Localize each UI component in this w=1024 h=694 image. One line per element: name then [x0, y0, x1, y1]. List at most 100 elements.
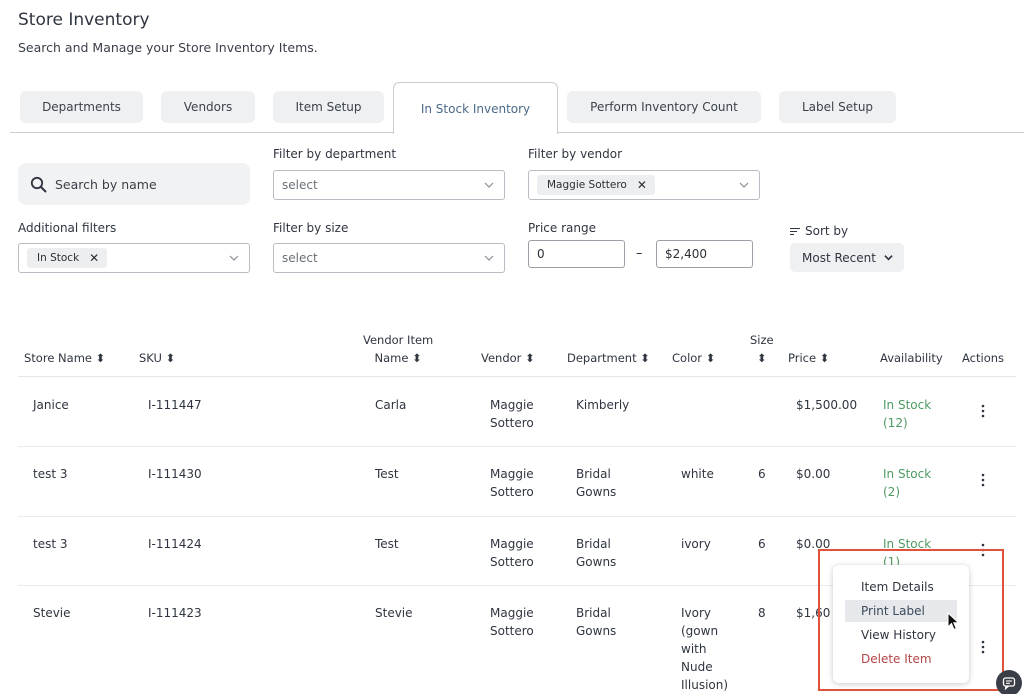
sort-arrows-icon: ⬍ — [640, 351, 650, 365]
sort-icon — [790, 227, 800, 235]
cell-vendor-line: Sottero — [490, 416, 534, 430]
tab-vendors[interactable]: Vendors — [161, 91, 255, 123]
cell-vendor-line: Maggie — [490, 537, 534, 551]
cell-item-name: Stevie — [375, 606, 413, 620]
price-min-input[interactable] — [528, 240, 625, 268]
vendor-select[interactable]: Maggie Sottero ✕ — [528, 170, 760, 200]
col-header-vendor-item-name[interactable]: Vendor Item Name ⬍ — [363, 331, 433, 367]
page-title: Store Inventory — [18, 10, 150, 30]
cell-store-name: Stevie — [33, 606, 71, 620]
col-header-availability: Availability — [880, 351, 943, 365]
cell-store-name: test 3 — [33, 467, 68, 481]
cell-department: Kimberly — [576, 396, 629, 414]
sort-dropdown[interactable]: Most Recent — [790, 243, 904, 272]
additional-filters-label: Additional filters — [18, 221, 117, 235]
tab-label-setup[interactable]: Label Setup — [779, 91, 896, 123]
search-icon — [30, 176, 47, 192]
price-range-label: Price range — [528, 221, 596, 235]
col-header-store-name[interactable]: Store Name ⬍ — [24, 349, 105, 367]
col-header-label: Department — [567, 351, 637, 365]
kebab-menu-icon[interactable] — [981, 543, 985, 557]
chat-icon — [1002, 677, 1016, 690]
cell-price: $0.00 — [796, 467, 831, 481]
col-header-label: Name — [374, 351, 409, 365]
col-header-department[interactable]: Department ⬍ — [567, 349, 650, 367]
cell-department-line: Kimberly — [576, 398, 630, 412]
tab-perform-inventory-count[interactable]: Perform Inventory Count — [567, 91, 761, 123]
cell-item-name: Carla — [375, 398, 407, 412]
cell-color-line: (gown — [681, 624, 719, 638]
col-header-label: Vendor — [481, 351, 522, 365]
sort-by-label: Sort by — [790, 224, 848, 238]
cell-vendor: Maggie Sottero — [490, 604, 534, 640]
additional-filters-select[interactable]: In Stock ✕ — [18, 243, 250, 273]
cell-size: 6 — [758, 537, 766, 551]
cell-color: Ivory (gown with Nude Illusion) — [681, 604, 728, 694]
col-header-label: Vendor Item — [363, 333, 434, 347]
cell-color-line: with — [681, 642, 707, 656]
cell-vendor-line: Sottero — [490, 485, 534, 499]
cell-color: white — [681, 467, 714, 481]
menu-item-view-history[interactable]: View History — [845, 624, 957, 646]
col-header-vendor[interactable]: Vendor ⬍ — [481, 349, 535, 367]
col-header-price[interactable]: Price ⬍ — [788, 349, 829, 367]
page-subtitle: Search and Manage your Store Inventory I… — [18, 40, 318, 55]
search-input[interactable] — [55, 176, 235, 192]
price-max-input[interactable] — [656, 240, 753, 268]
cell-sku: I-111423 — [148, 606, 202, 620]
chevron-down-icon — [484, 182, 494, 188]
sort-arrows-icon: ⬍ — [412, 351, 422, 365]
close-icon[interactable]: ✕ — [637, 178, 647, 192]
tab-departments[interactable]: Departments — [20, 91, 143, 123]
col-header-label: Store Name — [24, 351, 92, 365]
availability-status: In Stock — [883, 467, 932, 481]
mouse-cursor-icon — [947, 612, 960, 631]
size-filter-label: Filter by size — [273, 221, 349, 235]
menu-item-delete-item[interactable]: Delete Item — [845, 648, 957, 670]
cell-availability: In Stock (12) — [883, 396, 931, 432]
price-range-separator: – — [636, 246, 643, 261]
chevron-down-icon — [739, 182, 749, 188]
col-header-label: SKU — [139, 351, 162, 365]
kebab-menu-icon[interactable] — [981, 404, 985, 418]
col-header-color[interactable]: Color ⬍ — [672, 349, 715, 367]
cell-vendor-line: Sottero — [490, 624, 534, 638]
cell-department: Bridal Gowns — [576, 604, 616, 640]
col-header-actions: Actions — [962, 351, 1005, 365]
col-header-label: Size — [750, 333, 774, 347]
chat-widget-button[interactable] — [996, 670, 1022, 694]
cell-size: 8 — [758, 606, 766, 620]
col-header-sku[interactable]: SKU ⬍ — [139, 349, 175, 367]
close-icon[interactable]: ✕ — [89, 251, 99, 265]
size-select-value: select — [282, 251, 318, 265]
cell-store-name: Janice — [33, 398, 69, 412]
tab-item-setup[interactable]: Item Setup — [273, 91, 384, 123]
col-header-label: Price — [788, 351, 817, 365]
availability-count: (2) — [883, 485, 900, 499]
col-header-size[interactable]: Size ⬍ — [750, 331, 774, 367]
search-box[interactable] — [18, 163, 250, 205]
sort-by-text: Sort by — [805, 224, 849, 238]
cell-department: Bridal Gowns — [576, 465, 616, 501]
availability-status: In Stock — [883, 537, 932, 551]
kebab-menu-icon[interactable] — [981, 473, 985, 487]
menu-item-print-label[interactable]: Print Label — [845, 600, 957, 622]
cell-color-line: Ivory — [681, 606, 712, 620]
department-select-value: select — [282, 178, 318, 192]
sort-arrows-icon: ⬍ — [756, 351, 767, 365]
cell-store-name: test 3 — [33, 537, 68, 551]
kebab-menu-icon[interactable] — [981, 640, 985, 654]
cell-department-line: Gowns — [576, 555, 617, 569]
cell-vendor: Maggie Sottero — [490, 465, 534, 501]
cell-sku: I-111424 — [148, 537, 202, 551]
size-select[interactable]: select — [273, 243, 505, 273]
cell-vendor: Maggie Sottero — [490, 535, 534, 571]
tab-in-stock-inventory[interactable]: In Stock Inventory — [393, 82, 558, 134]
cell-vendor-line: Maggie — [490, 398, 534, 412]
header-divider — [18, 376, 1016, 377]
menu-item-item-details[interactable]: Item Details — [845, 576, 957, 598]
department-select[interactable]: select — [273, 170, 505, 200]
sort-arrows-icon: ⬍ — [525, 351, 535, 365]
vendor-filter-label: Filter by vendor — [528, 147, 623, 161]
cell-vendor-line: Sottero — [490, 555, 534, 569]
